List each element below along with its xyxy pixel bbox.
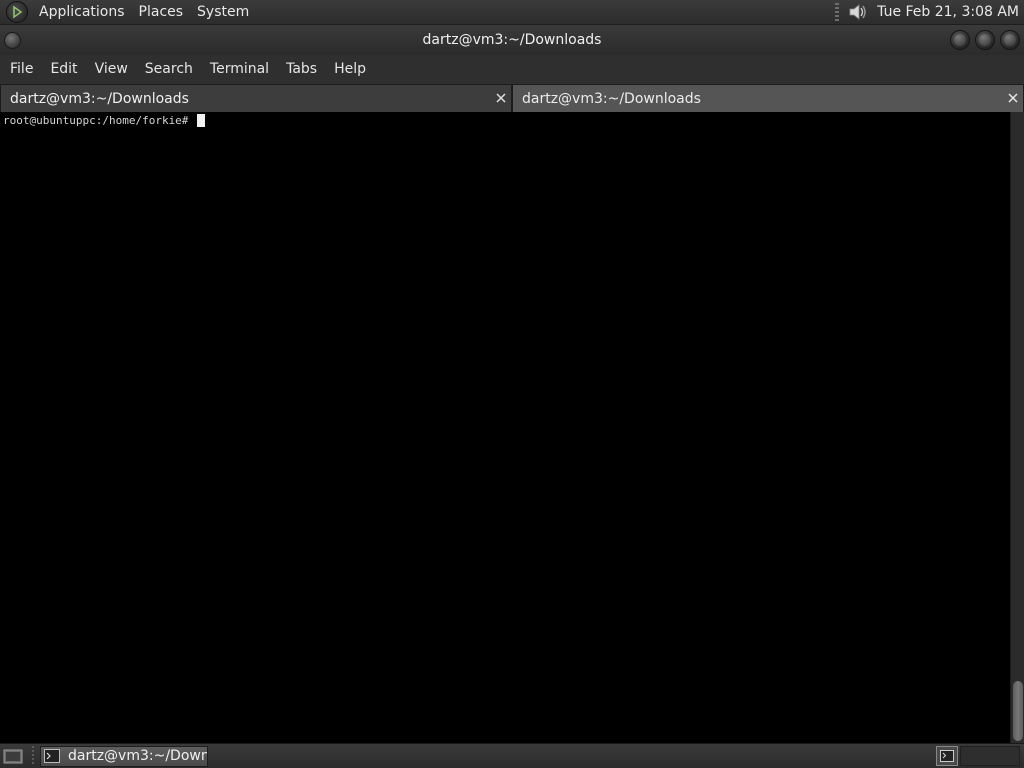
menu-view[interactable]: View xyxy=(88,55,138,84)
workspace-switcher[interactable] xyxy=(936,746,958,766)
system-menu[interactable]: System xyxy=(190,0,256,25)
tab-2[interactable]: dartz@vm3:~/Downloads xyxy=(512,84,1024,112)
distro-logo-icon[interactable] xyxy=(6,1,28,23)
menu-help[interactable]: Help xyxy=(327,55,376,84)
bottom-panel: dartz@vm3:~/Down... xyxy=(0,743,1024,768)
show-desktop-icon[interactable] xyxy=(2,746,24,766)
prompt-line: root@ubuntuppc:/home/forkie# xyxy=(3,114,1010,127)
workspace-2[interactable] xyxy=(960,746,1020,766)
close-icon[interactable] xyxy=(1006,91,1020,105)
shell-prompt: root@ubuntuppc:/home/forkie# xyxy=(3,114,189,127)
tab-bar: dartz@vm3:~/Downloads dartz@vm3:~/Downlo… xyxy=(0,84,1024,112)
panel-separator xyxy=(32,746,34,766)
window-controls xyxy=(950,30,1020,50)
panel-clock[interactable]: Tue Feb 21, 3:08 AM xyxy=(877,0,1019,25)
terminal-icon xyxy=(940,750,954,762)
menu-edit[interactable]: Edit xyxy=(43,55,87,84)
tab-label: dartz@vm3:~/Downloads xyxy=(10,90,189,107)
terminal-scrollbar[interactable] xyxy=(1010,112,1024,743)
maximize-button[interactable] xyxy=(975,30,995,50)
taskbar-window-label: dartz@vm3:~/Down... xyxy=(68,748,208,764)
tab-1[interactable]: dartz@vm3:~/Downloads xyxy=(0,84,512,112)
menu-file[interactable]: File xyxy=(3,55,43,84)
menu-tabs[interactable]: Tabs xyxy=(279,55,327,84)
applications-menu[interactable]: Applications xyxy=(32,0,132,25)
terminal-icon xyxy=(44,749,60,763)
close-icon[interactable] xyxy=(494,91,508,105)
window-titlebar[interactable]: dartz@vm3:~/Downloads xyxy=(0,25,1024,55)
top-panel: Applications Places System Tue Feb 21, 3… xyxy=(0,0,1024,25)
tab-label: dartz@vm3:~/Downloads xyxy=(522,90,701,107)
menu-search[interactable]: Search xyxy=(138,55,203,84)
window-menu-button[interactable] xyxy=(4,32,21,49)
window-title: dartz@vm3:~/Downloads xyxy=(422,32,602,48)
close-window-button[interactable] xyxy=(1000,30,1020,50)
scrollbar-thumb[interactable] xyxy=(1013,681,1023,741)
taskbar-window-button[interactable]: dartz@vm3:~/Down... xyxy=(40,745,208,767)
text-cursor xyxy=(197,114,206,127)
volume-icon[interactable] xyxy=(847,1,869,23)
minimize-button[interactable] xyxy=(950,30,970,50)
places-menu[interactable]: Places xyxy=(132,0,191,25)
menu-terminal[interactable]: Terminal xyxy=(203,55,279,84)
panel-drag-handle[interactable] xyxy=(835,3,840,21)
terminal-area[interactable]: root@ubuntuppc:/home/forkie# xyxy=(0,112,1010,743)
menubar: File Edit View Search Terminal Tabs Help xyxy=(0,55,1024,84)
